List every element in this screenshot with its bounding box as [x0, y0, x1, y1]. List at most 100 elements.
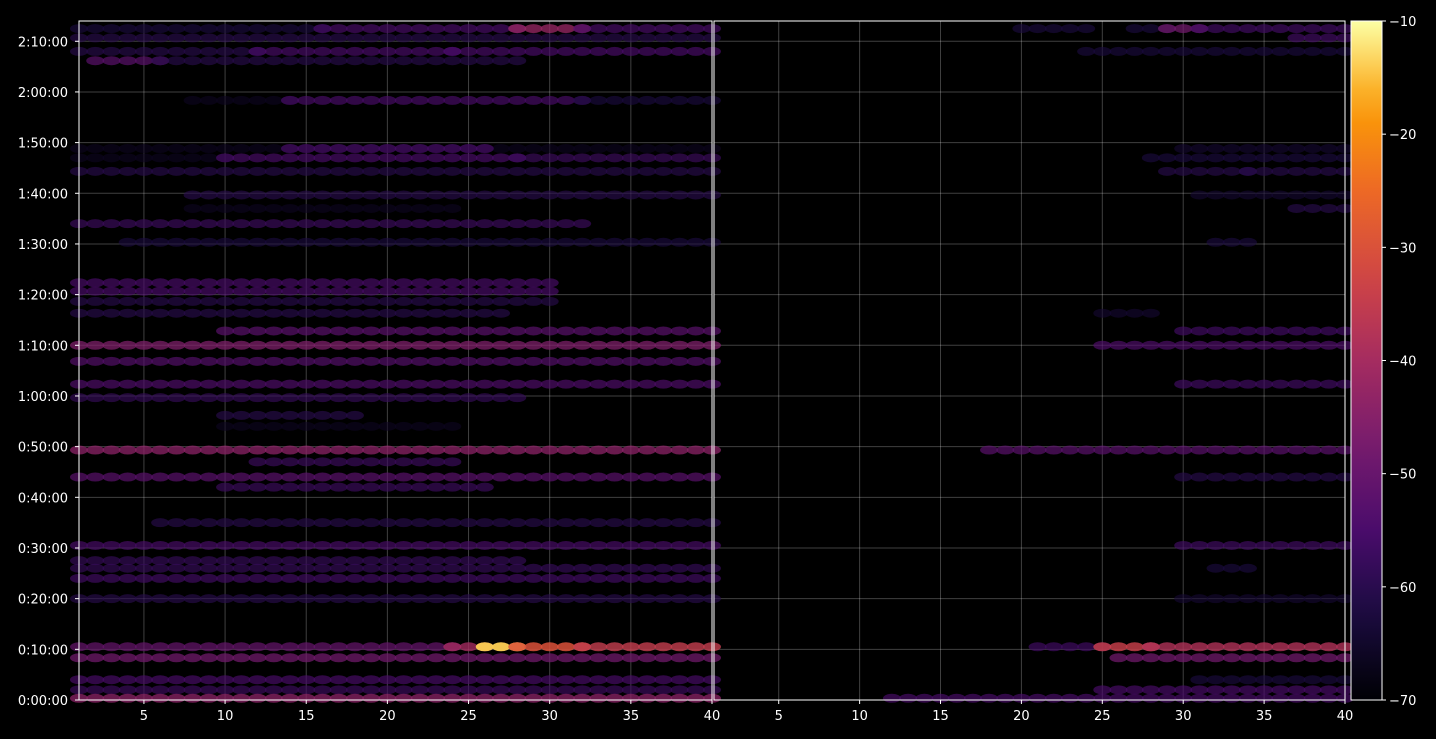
heatmap-cell — [556, 95, 575, 105]
heatmap-cell — [264, 472, 283, 482]
heatmap-cell — [378, 393, 397, 403]
y-tick-label: 1:00:00 — [18, 390, 68, 405]
heatmap-cell — [151, 308, 170, 318]
heatmap-cell — [345, 393, 364, 403]
heatmap-cell — [297, 203, 316, 213]
heatmap-cell — [313, 166, 332, 176]
heatmap-cell — [297, 675, 316, 685]
heatmap-cell — [427, 278, 446, 288]
heatmap-cell — [151, 445, 170, 455]
y-tick-label: 0:20:00 — [18, 593, 68, 608]
heatmap-cell — [86, 356, 105, 366]
heatmap-cell — [183, 153, 202, 163]
heatmap-cell — [216, 445, 235, 455]
heatmap-cell — [654, 685, 673, 695]
heatmap-cell — [134, 472, 153, 482]
heatmap-cell — [459, 540, 478, 550]
heatmap-cell — [947, 693, 966, 703]
heatmap-cell — [686, 144, 705, 154]
heatmap-cell — [1109, 642, 1128, 652]
heatmap-cell — [1222, 326, 1241, 336]
heatmap-cell — [199, 203, 218, 213]
heatmap-cell — [443, 237, 462, 247]
heatmap-cell — [427, 46, 446, 56]
heatmap-cell — [118, 653, 137, 663]
heatmap-cell — [508, 56, 527, 66]
heatmap-cell — [264, 95, 283, 105]
heatmap-cell — [605, 642, 624, 652]
heatmap-cell — [410, 56, 429, 66]
heatmap-cell — [508, 563, 527, 573]
heatmap-cell — [1190, 540, 1209, 550]
heatmap-cell — [459, 472, 478, 482]
heatmap-cell — [313, 445, 332, 455]
heatmap-cell — [86, 340, 105, 350]
heatmap-cell — [86, 46, 105, 56]
heatmap-cell — [183, 573, 202, 583]
heatmap-cell — [362, 518, 381, 528]
heatmap-cell — [475, 445, 494, 455]
heatmap-cell — [540, 153, 559, 163]
heatmap-cell — [248, 326, 267, 336]
heatmap-cell — [540, 144, 559, 154]
heatmap-cell — [264, 340, 283, 350]
heatmap-cell — [134, 356, 153, 366]
heatmap-cell — [1222, 237, 1241, 247]
heatmap-cell — [1222, 24, 1241, 34]
heatmap-cell — [1077, 445, 1096, 455]
heatmap-cell — [362, 278, 381, 288]
heatmap-cell — [118, 166, 137, 176]
heatmap-cell — [264, 308, 283, 318]
heatmap-cell — [589, 472, 608, 482]
x-tick-label: 20 — [379, 709, 396, 724]
heatmap-cell — [167, 675, 186, 685]
heatmap-cell — [248, 286, 267, 296]
heatmap-cell — [540, 563, 559, 573]
heatmap-cell — [329, 278, 348, 288]
heatmap-cell — [1255, 685, 1274, 695]
heatmap-cell — [443, 685, 462, 695]
heatmap-cell — [1028, 642, 1047, 652]
heatmap-cell — [313, 296, 332, 306]
heatmap-cell — [1028, 693, 1047, 703]
heatmap-cell — [492, 296, 510, 306]
heatmap-cell — [118, 540, 137, 550]
heatmap-cell — [345, 457, 364, 467]
y-tick-label: 0:30:00 — [18, 542, 68, 557]
heatmap-cell — [134, 46, 153, 56]
heatmap-cell — [524, 653, 543, 663]
heatmap-cell — [475, 518, 494, 528]
heatmap-cell — [281, 693, 299, 703]
heatmap-cell — [556, 540, 575, 550]
heatmap-cell — [1271, 685, 1290, 695]
heatmap-cell — [1238, 642, 1257, 652]
heatmap-cell — [281, 540, 299, 550]
heatmap-cell — [686, 675, 705, 685]
heatmap-cell — [183, 594, 202, 604]
heatmap-cell — [492, 563, 510, 573]
heatmap-cell — [524, 95, 543, 105]
heatmap-cell — [556, 237, 575, 247]
heatmap-cell — [686, 685, 705, 695]
heatmap-cell — [345, 203, 364, 213]
heatmap-cell — [475, 393, 494, 403]
heatmap-cell — [524, 693, 543, 703]
heatmap-cell — [118, 296, 137, 306]
heatmap-cell — [248, 340, 267, 350]
heatmap-cell — [427, 653, 446, 663]
heatmap-cell — [378, 166, 397, 176]
heatmap-cell — [1093, 46, 1112, 56]
heatmap-cell — [1222, 340, 1241, 350]
heatmap-cell — [102, 278, 121, 288]
heatmap-cell — [199, 675, 218, 685]
heatmap-cell — [1271, 445, 1290, 455]
heatmap-cell — [475, 56, 494, 66]
heatmap-cell — [589, 693, 608, 703]
heatmap-cell — [410, 573, 429, 583]
heatmap-cell — [686, 326, 705, 336]
heatmap-cell — [427, 379, 446, 389]
colorbar-tick-label: −50 — [1389, 468, 1416, 483]
heatmap-cell — [281, 685, 299, 695]
heatmap-cell — [345, 675, 364, 685]
heatmap-cell — [378, 685, 397, 695]
